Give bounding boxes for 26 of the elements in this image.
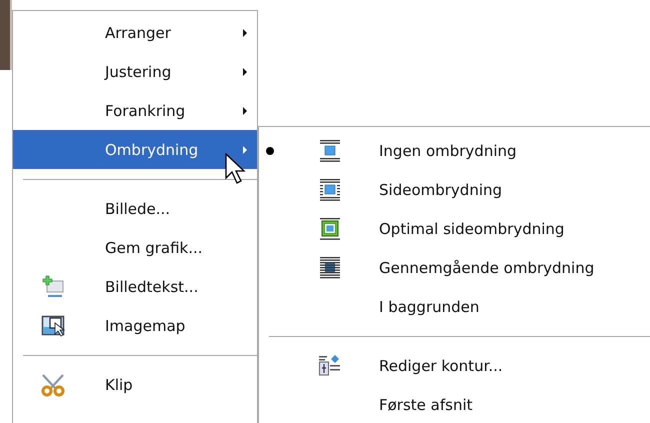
menu-item[interactable]: Justering [13,52,257,91]
wrap-icon [319,138,341,162]
wrap-icon [319,216,341,240]
imagemap-icon [41,314,65,338]
wrap-icon [319,256,341,280]
menu-item[interactable]: Optimal sideombrydning [259,209,650,248]
window-edge [0,0,12,70]
scissors-icon [40,372,66,396]
menu-item[interactable]: Ingen ombrydning [259,131,650,170]
menu-item[interactable]: Rediger kontur... [259,346,650,385]
menu-item[interactable]: I baggrunden [259,287,650,326]
menu-item[interactable]: Billede... [13,189,257,228]
menu-item[interactable]: Arranger [13,13,257,52]
cursor-icon [225,153,247,187]
menu-item[interactable]: Klip [13,365,257,404]
menu-item[interactable]: Gem grafik... [13,228,257,267]
menu-item[interactable]: Sideombrydning [259,170,650,209]
contour-icon [318,354,342,378]
wrap-icon [319,178,341,202]
caption-icon [41,274,65,298]
menu-item[interactable]: Ombrydning [13,130,257,169]
menu-item[interactable]: Billedtekst... [13,267,257,306]
menu-item[interactable]: Første afsnit [259,385,650,423]
menu-item[interactable]: Imagemap [13,306,257,345]
menu-item[interactable]: Forankring [13,91,257,130]
menu-item[interactable]: Gennemgående ombrydning [259,248,650,287]
